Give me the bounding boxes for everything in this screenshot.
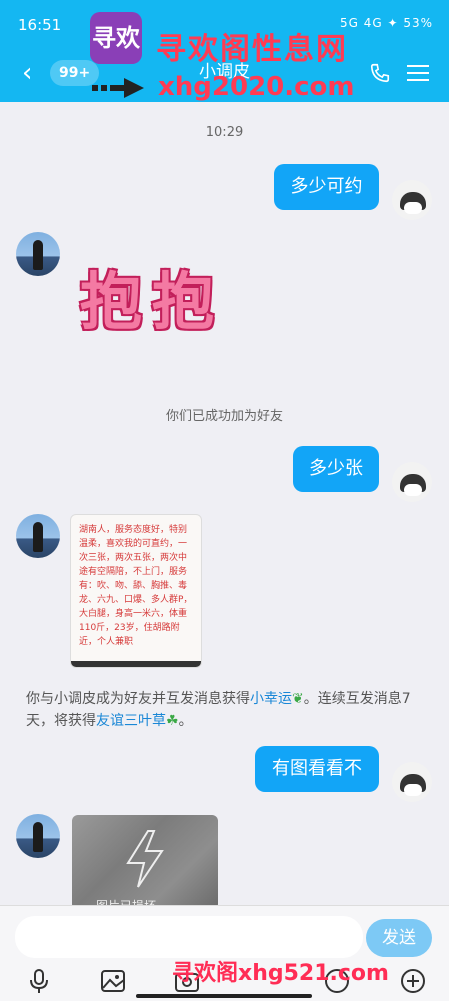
system-message: 你们已成功加为好友	[165, 409, 283, 424]
watermark-name: 寻欢阁性息网	[156, 32, 348, 67]
microphone-icon[interactable]	[26, 968, 52, 994]
sprout-icon: ❦	[292, 691, 304, 707]
message-input[interactable]	[15, 916, 363, 958]
plus-icon[interactable]	[400, 968, 426, 994]
menu-icon[interactable]	[407, 64, 429, 82]
watermark-bottom: 寻欢阁xhg521.com	[172, 961, 389, 986]
contact-avatar[interactable]	[16, 232, 60, 276]
clover-icon: ☘	[166, 713, 179, 729]
watermark-logo: 寻欢	[90, 12, 142, 64]
status-time: 16:51	[18, 16, 62, 34]
note-text: 湖南人，服务态度好，特别温柔，喜欢我的可直约，一次三张，两次五张，两次中途有空隔…	[79, 525, 193, 647]
watermark-url: xhg2020.com	[158, 72, 355, 102]
message-bubble-sent[interactable]: 有图看看不	[255, 746, 379, 792]
status-icons: 5G 4G ✦ 53%	[339, 16, 433, 30]
note-image-message[interactable]: 湖南人，服务态度好，特别温柔，喜欢我的可直约，一次三张，两次五张，两次中途有空隔…	[70, 514, 202, 668]
arrow-icon	[92, 78, 144, 98]
my-avatar[interactable]	[392, 462, 432, 502]
message-bubble-sent[interactable]: 多少可约	[274, 164, 379, 210]
chat-header: 16:51 5G 4G ✦ 53% ‹ 99+ 小调皮 寻欢 寻欢阁性息网 xh…	[0, 0, 449, 102]
my-avatar[interactable]	[392, 180, 432, 220]
send-button[interactable]: 发送	[366, 919, 432, 957]
phone-icon[interactable]	[369, 62, 391, 84]
lucky-link[interactable]: 小幸运	[250, 691, 292, 707]
hug-sticker[interactable]: 抱 抱	[76, 262, 221, 344]
friendship-streak-notice: 你与小调皮成为好友并互发消息获得小幸运❦。连续互发消息7天，将获得友谊三叶草☘。	[26, 691, 411, 729]
lightning-icon	[126, 830, 164, 888]
image-picker-icon[interactable]	[100, 968, 126, 994]
message-timestamp: 10:29	[205, 125, 244, 140]
message-bubble-sent[interactable]: 多少张	[293, 446, 379, 492]
my-avatar[interactable]	[392, 762, 432, 802]
broken-image-message[interactable]: 图片已损坏	[72, 815, 218, 910]
contact-avatar[interactable]	[16, 514, 60, 558]
contact-avatar[interactable]	[16, 814, 60, 858]
clover-link[interactable]: 友谊三叶草	[96, 713, 166, 729]
home-indicator[interactable]	[136, 994, 312, 998]
